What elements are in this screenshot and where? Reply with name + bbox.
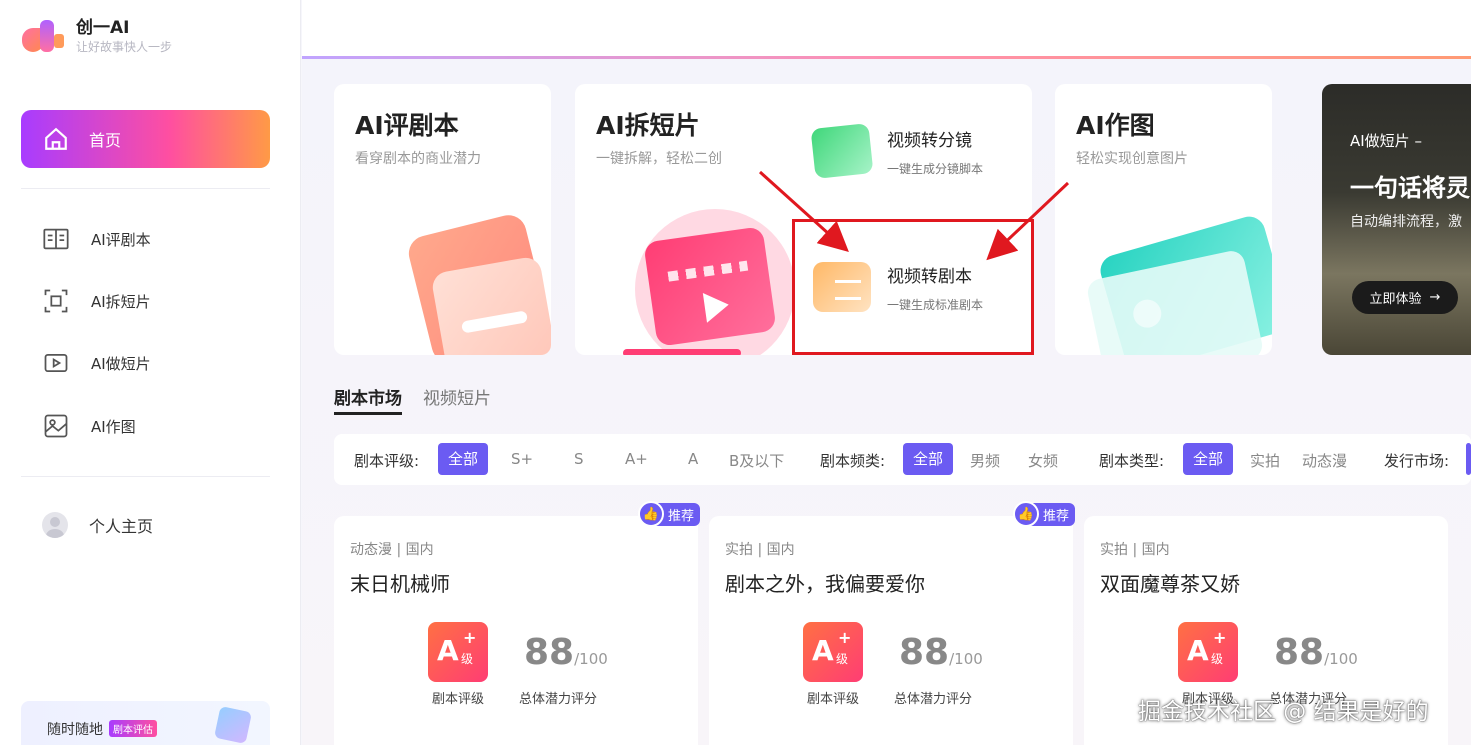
market-tabs: 剧本市场 视频短片	[334, 384, 491, 415]
score-label: 总体潜力评分	[894, 692, 973, 707]
filter-label-rating: 剧本评级:	[354, 452, 420, 470]
script-card[interactable]: 动态漫 | 国内 末日机械师 A + 级 剧本评级 88/100 总体潜力评分	[334, 516, 698, 745]
grade-label: 剧本评级	[806, 692, 859, 707]
grade-badge: A + 级	[1178, 622, 1238, 682]
score-value: 88/100	[1274, 632, 1358, 673]
filter-label-market: 发行市场:	[1384, 452, 1450, 470]
filter-label-channel: 剧本频类:	[820, 452, 886, 470]
thumbs-up-icon: 👍	[1013, 501, 1039, 527]
filter-rating-splus[interactable]: S+	[511, 450, 533, 468]
filter-channel-all[interactable]: 全部	[903, 443, 954, 475]
grade-badge: A + 级	[428, 622, 488, 682]
filter-rating-aplus[interactable]: A+	[625, 450, 648, 468]
recommend-badge: 👍 推荐	[1013, 498, 1076, 530]
thumbs-up-icon: 👍	[638, 501, 664, 527]
filter-channel-female[interactable]: 女频	[1028, 450, 1058, 471]
filter-rating-all[interactable]: 全部	[438, 443, 489, 475]
filter-bar: 剧本评级: 全部 S+ S A+ A B及以下 剧本频类: 全部 男频 女频 剧…	[334, 434, 1471, 485]
grade-badge: A + 级	[803, 622, 863, 682]
script-title: 双面魔尊茶又娇	[1100, 572, 1240, 596]
script-title: 剧本之外，我偏要爱你	[725, 572, 925, 596]
grade-label: 剧本评级	[431, 692, 484, 707]
filter-label-type: 剧本类型:	[1099, 452, 1165, 470]
filter-type-all[interactable]: 全部	[1183, 443, 1234, 475]
script-title: 末日机械师	[350, 572, 450, 596]
script-category: 实拍 | 国内	[725, 542, 795, 558]
score-value: 88/100	[899, 632, 983, 673]
script-card[interactable]: 实拍 | 国内 剧本之外，我偏要爱你 A + 级 剧本评级 88/100 总体潜力评…	[709, 516, 1073, 745]
filter-rating-b[interactable]: B及以下	[729, 450, 784, 471]
filter-type-anime[interactable]: 动态漫	[1302, 450, 1347, 471]
filter-market-all[interactable]	[1466, 443, 1471, 475]
score-label: 总体潜力评分	[519, 692, 598, 707]
tab-video-shorts[interactable]: 视频短片	[423, 384, 491, 415]
filter-rating-a[interactable]: A	[688, 450, 698, 468]
recommend-badge: 👍 推荐	[638, 498, 701, 530]
filter-type-live[interactable]: 实拍	[1250, 450, 1280, 471]
watermark: 掘金技术社区 @ 结果是好的	[1138, 699, 1429, 725]
tab-script-market[interactable]: 剧本市场	[334, 384, 402, 415]
script-category: 实拍 | 国内	[1100, 542, 1170, 558]
script-category: 动态漫 | 国内	[350, 542, 434, 558]
score-value: 88/100	[524, 632, 608, 673]
filter-rating-s[interactable]: S	[574, 450, 584, 468]
filter-channel-male[interactable]: 男频	[970, 450, 1000, 471]
